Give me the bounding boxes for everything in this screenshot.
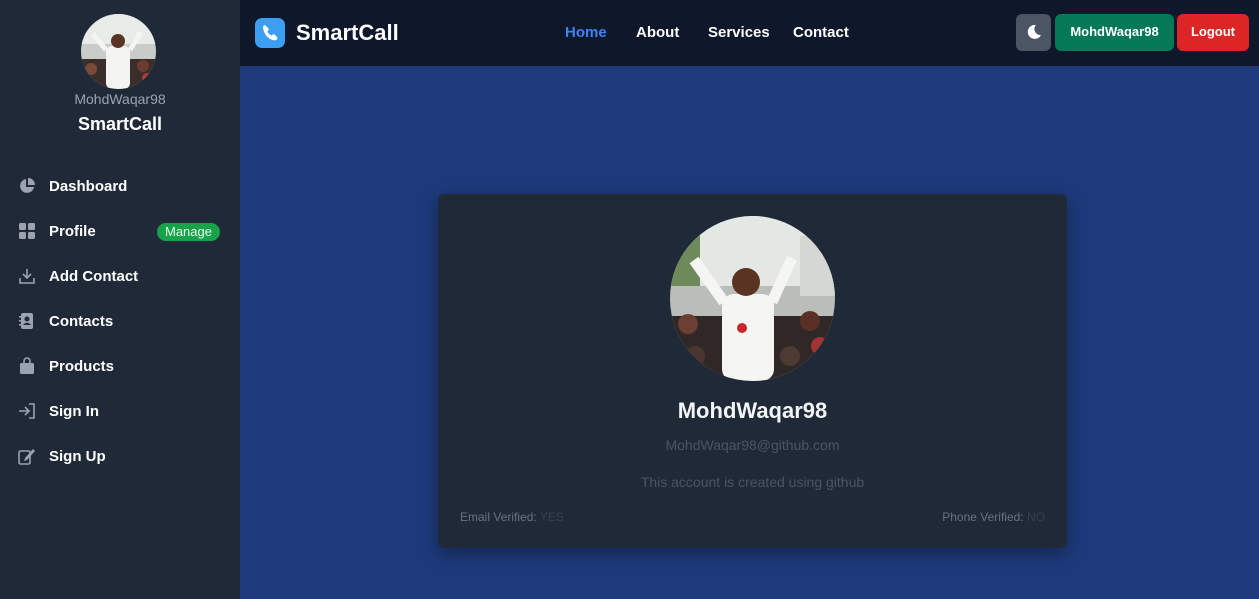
phone-icon[interactable] — [255, 18, 285, 48]
sidebar-item-profile[interactable]: Profile Manage — [0, 214, 240, 248]
sidebar-username: MohdWaqar98 — [74, 91, 166, 107]
profile-avatar — [670, 216, 835, 381]
phone-verified-status: Phone Verified: NO — [942, 510, 1045, 524]
moon-icon — [1026, 24, 1042, 45]
nav-link-about[interactable]: About — [636, 24, 679, 41]
phone-verified-value: NO — [1027, 510, 1045, 524]
sidebar-item-add-contact[interactable]: Add Contact — [0, 259, 240, 293]
sidebar-item-sign-up[interactable]: Sign Up — [0, 439, 240, 473]
profile-description: This account is created using github — [640, 474, 865, 490]
email-verified-value: YES — [539, 510, 564, 524]
theme-toggle-button[interactable] — [1016, 14, 1051, 51]
profile-email: MohdWaqar98@github.com — [665, 437, 840, 453]
sidebar-item-label: Profile — [49, 223, 96, 240]
manage-badge[interactable]: Manage — [157, 223, 220, 241]
sidebar-item-label: Dashboard — [49, 178, 128, 195]
grid-icon — [18, 222, 36, 240]
sidebar-item-label: Sign Up — [49, 448, 106, 465]
sidebar-avatar[interactable] — [81, 14, 156, 89]
email-verified-label: Email Verified: — [460, 510, 537, 524]
sidebar-item-label: Sign In — [49, 403, 99, 420]
sidebar-item-label: Contacts — [49, 313, 114, 330]
logout-button[interactable]: Logout — [1177, 14, 1249, 51]
sidebar-item-sign-in[interactable]: Sign In — [0, 394, 240, 428]
sidebar-item-dashboard[interactable]: Dashboard — [0, 169, 240, 203]
user-button[interactable]: MohdWaqar98 — [1055, 14, 1174, 51]
navbar-brand[interactable]: SmartCall — [296, 20, 399, 46]
edit-icon — [18, 447, 36, 465]
address-book-icon — [18, 312, 36, 330]
profile-card: MohdWaqar98 MohdWaqar98@github.com This … — [438, 194, 1067, 548]
sidebar-brand: SmartCall — [77, 114, 163, 134]
phone-verified-label: Phone Verified: — [942, 510, 1024, 524]
top-navbar: SmartCall Home About Services Contact Mo… — [240, 0, 1259, 66]
nav-link-services[interactable]: Services — [708, 24, 770, 41]
pie-chart-icon — [18, 177, 36, 195]
profile-name: MohdWaqar98 — [677, 398, 828, 423]
sidebar-item-products[interactable]: Products — [0, 349, 240, 383]
email-verified-status: Email Verified: YES — [460, 510, 564, 524]
nav-link-contact[interactable]: Contact — [793, 24, 849, 41]
sidebar: MohdWaqar98 SmartCall Dashboard Profile … — [0, 0, 240, 599]
nav-link-home[interactable]: Home — [565, 24, 607, 41]
download-icon — [18, 267, 36, 285]
sidebar-item-contacts[interactable]: Contacts — [0, 304, 240, 338]
sign-in-icon — [18, 402, 36, 420]
shopping-bag-icon — [18, 357, 36, 375]
sidebar-item-label: Add Contact — [49, 268, 139, 285]
sidebar-item-label: Products — [49, 358, 115, 375]
